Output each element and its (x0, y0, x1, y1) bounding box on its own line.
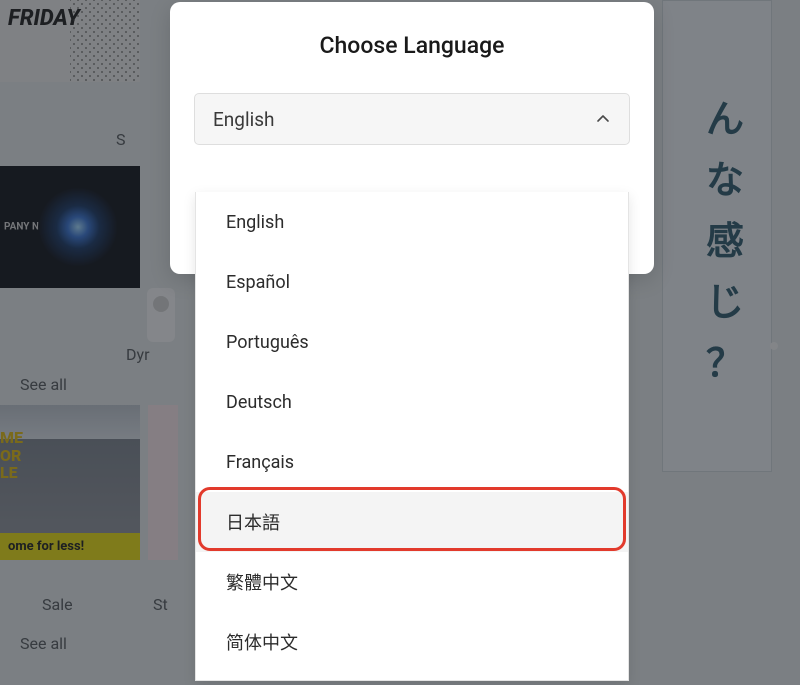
language-option[interactable]: Português (196, 312, 628, 372)
language-option[interactable]: Français (196, 432, 628, 492)
language-select-value: English (213, 108, 274, 131)
language-option[interactable]: 简体中文 (196, 612, 628, 672)
language-option[interactable]: 繁體中文 (196, 552, 628, 612)
language-option[interactable]: Español (196, 252, 628, 312)
language-option[interactable]: 日本語 (196, 492, 628, 552)
language-select[interactable]: English (194, 93, 630, 145)
chevron-up-icon (595, 111, 611, 127)
language-option[interactable]: Deutsch (196, 372, 628, 432)
modal-title: Choose Language (194, 32, 630, 59)
language-dropdown: EnglishEspañolPortuguêsDeutschFrançais日本… (195, 192, 629, 681)
language-option[interactable]: English (196, 192, 628, 252)
